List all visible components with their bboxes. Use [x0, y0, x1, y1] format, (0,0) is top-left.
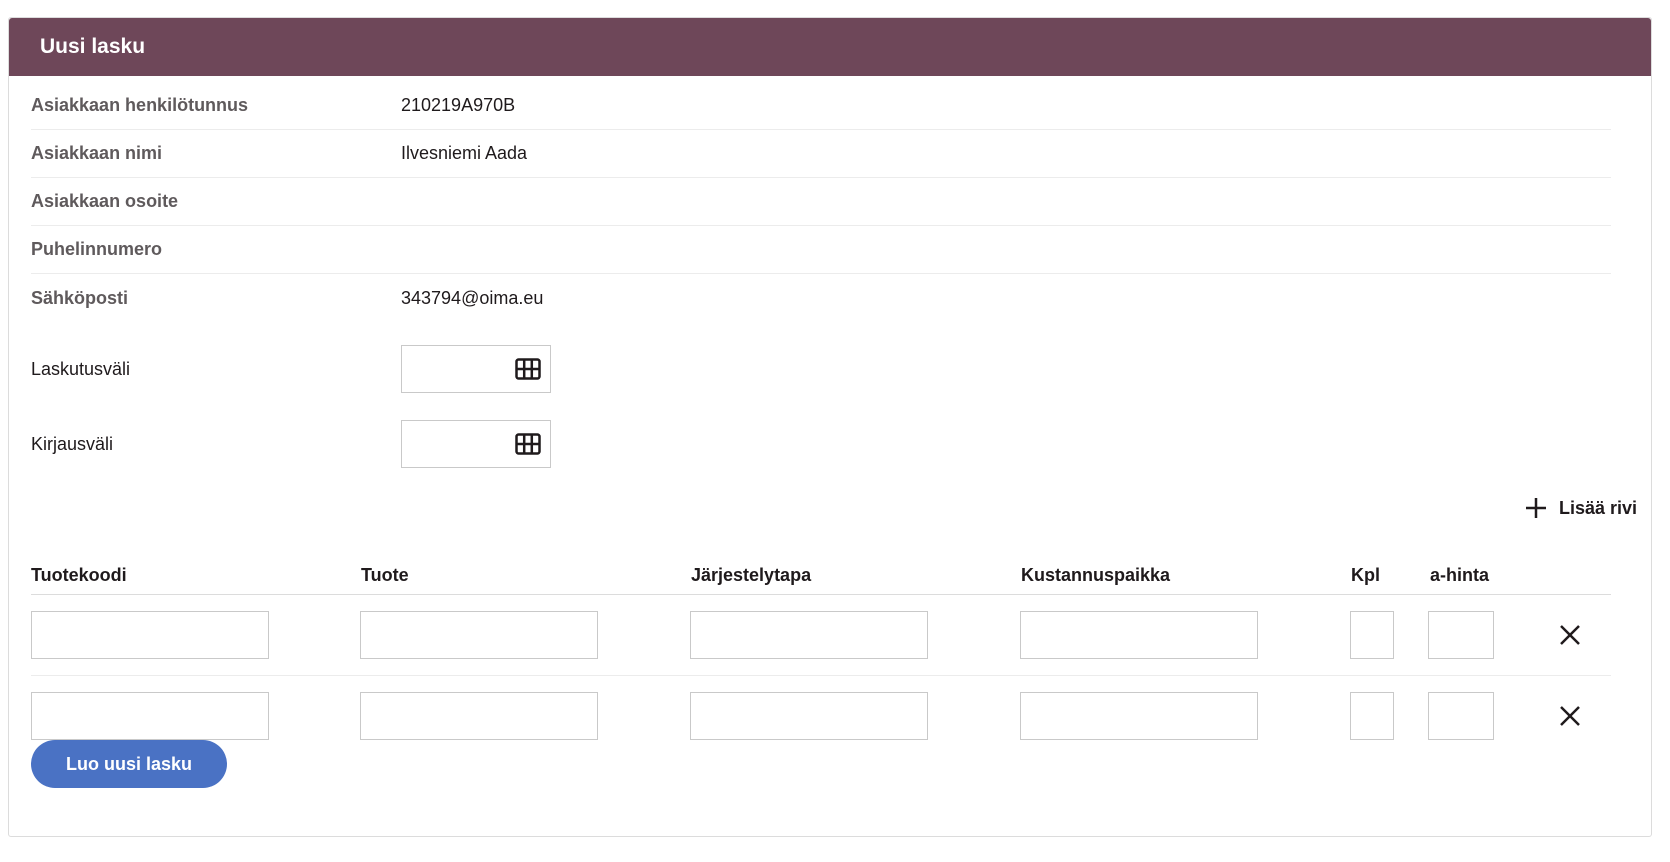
info-row-email: Sähköposti 343794@oima.eu: [31, 274, 1611, 322]
kpl-input[interactable]: [1350, 692, 1394, 740]
billing-period-input[interactable]: [408, 346, 512, 392]
kpl-input[interactable]: [1350, 611, 1394, 659]
plus-icon: [1525, 498, 1546, 518]
posting-period-field[interactable]: [401, 420, 551, 468]
name-value: Ilvesniemi Aada: [401, 143, 528, 163]
ahinta-input[interactable]: [1428, 611, 1494, 659]
email-value: 343794@oima.eu: [401, 287, 544, 308]
info-row-name: Asiakkaan nimi Ilvesniemi Aada: [31, 130, 1611, 178]
name-label: Asiakkaan nimi: [31, 143, 163, 163]
billing-period-field[interactable]: [401, 345, 551, 393]
panel-header: Uusi lasku: [9, 18, 1651, 76]
info-row-address: Asiakkaan osoite: [31, 178, 1611, 226]
page-title: Uusi lasku: [40, 35, 146, 58]
table-row: [31, 676, 1611, 757]
jarjestelytapa-input[interactable]: [690, 692, 928, 740]
phone-label: Puhelinnumero: [31, 239, 163, 259]
posting-period-label: Kirjausväli: [31, 433, 114, 454]
add-row-label: Lisää rivi: [1558, 497, 1637, 518]
email-label: Sähköposti: [31, 287, 129, 308]
posting-period-row: Kirjausväli: [31, 420, 551, 468]
column-header-jarjestelytapa: Järjestelytapa: [691, 565, 812, 585]
column-header-kpl: Kpl: [1351, 565, 1380, 585]
column-header-tuote: Tuote: [361, 565, 409, 585]
ssn-label: Asiakkaan henkilötunnus: [31, 95, 249, 115]
tuotekoodi-input[interactable]: [31, 692, 269, 740]
create-invoice-button[interactable]: Luo uusi lasku: [31, 740, 227, 788]
address-label: Asiakkaan osoite: [31, 191, 179, 211]
tuote-input[interactable]: [360, 692, 598, 740]
close-icon[interactable]: [1557, 703, 1583, 729]
tuote-input[interactable]: [360, 611, 598, 659]
invoice-rows-table: Tuotekoodi Tuote Järjestelytapa Kustannu…: [31, 553, 1611, 757]
jarjestelytapa-input[interactable]: [690, 611, 928, 659]
info-row-phone: Puhelinnumero: [31, 226, 1611, 274]
posting-period-input[interactable]: [408, 421, 512, 467]
billing-period-row: Laskutusväli: [31, 345, 551, 393]
customer-info-list: Asiakkaan henkilötunnus 210219A970B Asia…: [31, 82, 1611, 322]
billing-period-label: Laskutusväli: [31, 358, 131, 379]
close-icon[interactable]: [1557, 622, 1583, 648]
column-header-kustannuspaikka: Kustannuspaikka: [1021, 565, 1171, 585]
info-row-ssn: Asiakkaan henkilötunnus 210219A970B: [31, 82, 1611, 130]
kustannuspaikka-input[interactable]: [1020, 692, 1258, 740]
calendar-icon[interactable]: [515, 358, 541, 380]
ahinta-input[interactable]: [1428, 692, 1494, 740]
kustannuspaikka-input[interactable]: [1020, 611, 1258, 659]
calendar-icon[interactable]: [515, 433, 541, 455]
add-row-button[interactable]: Lisää rivi: [1525, 497, 1637, 519]
table-row: [31, 595, 1611, 676]
ssn-value: 210219A970B: [401, 95, 516, 115]
tuotekoodi-input[interactable]: [31, 611, 269, 659]
table-header: Tuotekoodi Tuote Järjestelytapa Kustannu…: [31, 553, 1611, 595]
column-header-ahinta: a-hinta: [1430, 565, 1490, 585]
column-header-tuotekoodi: Tuotekoodi: [31, 565, 127, 585]
